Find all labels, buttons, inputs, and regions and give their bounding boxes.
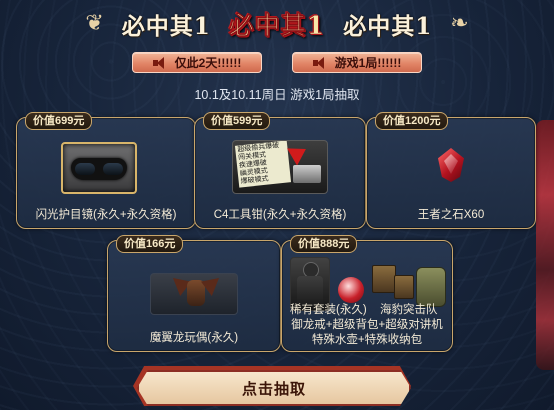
prize-card-dragon[interactable]: 价值166元 魔翼龙玩偶(永久) bbox=[107, 235, 281, 352]
red-arrow-icon bbox=[287, 141, 311, 166]
notice-pills: 仅此2天!!!!!! 游戏1局!!!!!! bbox=[0, 52, 554, 73]
title-center: 必中其1 bbox=[228, 11, 326, 41]
speaker-icon bbox=[312, 56, 327, 69]
side-decoration bbox=[536, 120, 554, 370]
speaker-icon bbox=[152, 56, 167, 69]
title-left: 必中其1 bbox=[121, 13, 211, 40]
draw-button[interactable]: 点击抽取 bbox=[137, 370, 411, 406]
c4-image: 超级偷兵爆破 闯关模式 疾速爆破 幽灵模式 爆破模式 bbox=[232, 140, 328, 194]
title-right: 必中其1 bbox=[343, 13, 433, 40]
gem-icon bbox=[438, 148, 464, 182]
prize-name-set: 稀有套装(永久) bbox=[290, 304, 367, 316]
prize-card-goggles[interactable]: 价值699元 闪光护目镜(永久+永久资格) bbox=[16, 112, 196, 229]
walkie-talkie-icon bbox=[372, 265, 396, 293]
page-title: ❦ 必中其1 必中其1 必中其1 ❧ bbox=[0, 6, 554, 42]
goggles-image bbox=[61, 142, 137, 194]
prize-card-set[interactable]: 价值888元 稀有套装(永久) 海豹突击队 御龙戒+超级背包+超级对讲机 特殊水… bbox=[281, 235, 453, 352]
price-tag: 价值888元 bbox=[290, 235, 358, 253]
right-swirl-icon: ❧ bbox=[450, 11, 469, 36]
pliers-icon bbox=[293, 165, 321, 183]
mode-notes: 超级偷兵爆破 闯关模式 疾速爆破 幽灵模式 爆破模式 bbox=[234, 141, 292, 188]
pill-days: 仅此2天!!!!!! bbox=[132, 52, 262, 73]
prize-card-gem[interactable]: 价值1200元 王者之石X60 bbox=[366, 112, 536, 229]
dragon-doll-image bbox=[150, 273, 238, 315]
prize-name-line3: 特殊水壶+特殊收纳包 bbox=[311, 334, 423, 346]
pill-games-label: 游戏1局!!!!!! bbox=[334, 56, 402, 70]
ring-icon bbox=[338, 277, 364, 303]
goggles-icon bbox=[71, 158, 127, 180]
prize-name-line2: 御龙戒+超级背包+超级对讲机 bbox=[291, 319, 443, 331]
canteen-icon bbox=[394, 275, 414, 299]
dragon-icon bbox=[187, 280, 205, 306]
price-tag: 价值1200元 bbox=[375, 112, 449, 130]
left-swirl-icon: ❦ bbox=[85, 11, 104, 36]
prize-name-seal: 海豹突击队 bbox=[380, 304, 438, 316]
pill-days-label: 仅此2天!!!!!! bbox=[174, 56, 242, 70]
prize-name: 王者之石X60 bbox=[417, 209, 485, 221]
price-tag: 价值599元 bbox=[203, 112, 271, 130]
price-tag: 价值699元 bbox=[25, 112, 93, 130]
event-subtitle: 10.1及10.11周日 游戏1局抽取 bbox=[194, 88, 360, 102]
prize-card-c4[interactable]: 价值599元 超级偷兵爆破 闯关模式 疾速爆破 幽灵模式 爆破模式 C4工具钳(… bbox=[194, 112, 366, 229]
price-tag: 价值166元 bbox=[116, 235, 184, 253]
pill-games: 游戏1局!!!!!! bbox=[292, 52, 422, 73]
prize-name: 闪光护目镜(永久+永久资格) bbox=[35, 209, 177, 221]
prize-name: C4工具钳(永久+永久资格) bbox=[213, 209, 347, 221]
prize-name: 魔翼龙玩偶(永久) bbox=[149, 332, 239, 344]
